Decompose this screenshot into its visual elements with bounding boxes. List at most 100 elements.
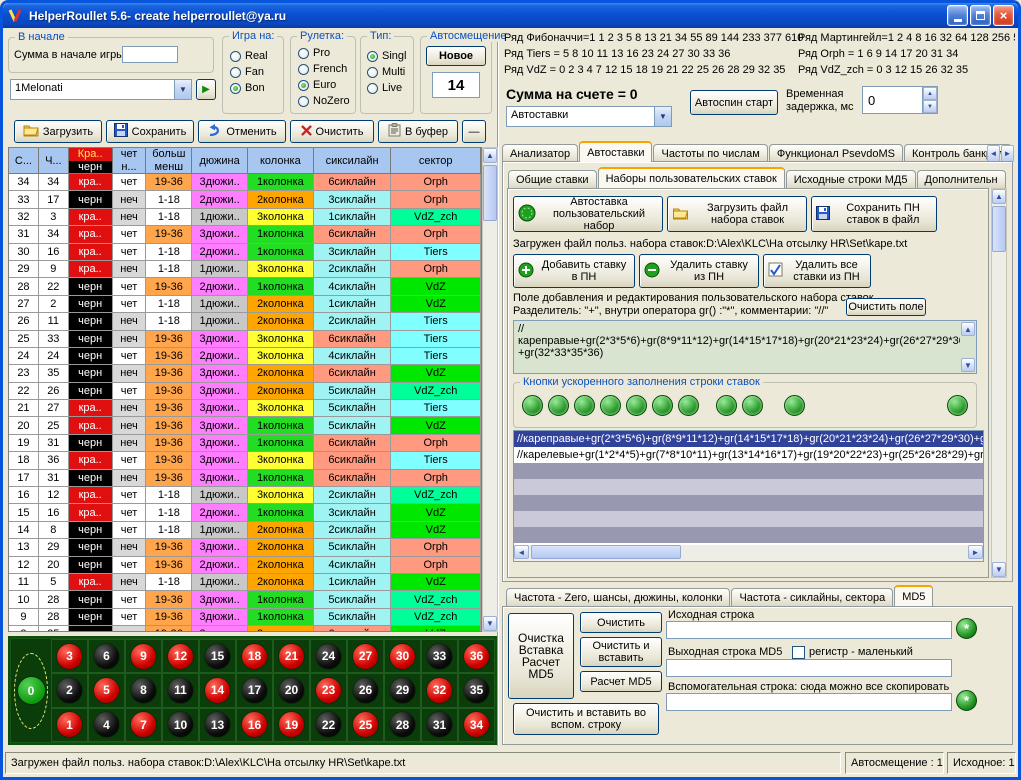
bet-edit-field[interactable]: //кареправые+gr(2*3*5*6)+gr(8*9*11*12)+g…	[513, 320, 977, 374]
md5-clear-button[interactable]: Очистить	[580, 612, 662, 633]
quick-fill-button-9[interactable]	[742, 395, 763, 416]
scroll-left-icon[interactable]: ◄	[514, 545, 529, 559]
roulette-number-24[interactable]: 24	[315, 643, 342, 670]
roulette-number-9[interactable]: 9	[130, 643, 157, 670]
roulette-number-1[interactable]: 1	[56, 711, 83, 738]
roulette-number-26[interactable]: 26	[352, 677, 379, 704]
md5-source-action-button[interactable]: *	[956, 618, 977, 639]
scrollbar-thumb[interactable]	[531, 545, 681, 559]
type-radio-live[interactable]: Live	[367, 80, 406, 96]
roulette-number-32[interactable]: 32	[426, 677, 453, 704]
roulette-radio-euro[interactable]: Euro	[298, 77, 350, 93]
tab-scroll-right-icon[interactable]: ►	[1001, 145, 1014, 162]
undo-button[interactable]: Отменить	[198, 120, 286, 143]
autospin-start-button[interactable]: Автоспин старт	[690, 90, 778, 115]
roulette-number-8[interactable]: 8	[130, 677, 157, 704]
roulette-number-36[interactable]: 36	[463, 643, 490, 670]
roulette-number-3[interactable]: 3	[56, 643, 83, 670]
autobet-custom-set-button[interactable]: Автоставка пользовательский набор	[513, 196, 663, 232]
close-button[interactable]: ×	[993, 5, 1014, 26]
roulette-radio-nozero[interactable]: NoZero	[298, 93, 350, 109]
roulette-number-33[interactable]: 33	[426, 643, 453, 670]
roulette-number-30[interactable]: 30	[389, 643, 416, 670]
scroll-down-icon[interactable]: ▼	[961, 358, 975, 372]
new-number-button[interactable]: Новое	[426, 46, 486, 66]
roulette-number-20[interactable]: 20	[278, 677, 305, 704]
md5-source-input[interactable]	[666, 621, 952, 639]
tab-freq-sixlines-sectors[interactable]: Частота - сиклайны, сектора	[731, 588, 893, 606]
clear-field-button[interactable]: Очистить поле	[846, 298, 926, 316]
tab-custom-bet-sets[interactable]: Наборы пользовательских ставок	[598, 167, 785, 188]
roulette-number-6[interactable]: 6	[93, 643, 120, 670]
roulette-number-19[interactable]: 19	[278, 711, 305, 738]
remove-all-bets-button[interactable]: Удалить все ставки из ПН	[763, 254, 871, 288]
minimize-button[interactable]	[947, 5, 968, 26]
tab-autobets[interactable]: Автоставки	[579, 141, 652, 162]
maximize-button[interactable]	[970, 5, 991, 26]
quick-fill-button-8[interactable]	[716, 395, 737, 416]
quick-fill-button-5[interactable]	[626, 395, 647, 416]
tab-number-frequencies[interactable]: Частоты по числам	[653, 144, 767, 162]
roulette-number-14[interactable]: 14	[204, 677, 231, 704]
roulette-number-18[interactable]: 18	[241, 643, 268, 670]
md5-clear-paste-aux-button[interactable]: Очистить и вставить во вспом. строку	[513, 703, 659, 735]
autobets-combo[interactable]: Автоставки ▼	[506, 106, 672, 127]
list-h-scrollbar[interactable]: ◄ ►	[514, 545, 983, 561]
quick-fill-button-10[interactable]	[784, 395, 805, 416]
lowercase-checkbox[interactable]	[792, 646, 805, 659]
roulette-number-25[interactable]: 25	[352, 711, 379, 738]
bets-list-item[interactable]: //карелевые+gr(1*2*4*5)+gr(7*8*10*11)+gr…	[514, 447, 983, 463]
quick-fill-button-1[interactable]	[522, 395, 543, 416]
clear-button[interactable]: Очистить	[290, 120, 374, 143]
quick-fill-button-6[interactable]	[652, 395, 673, 416]
tab-psevdoms[interactable]: Функционал PsevdoMS	[769, 144, 903, 162]
tab-md5[interactable]: MD5	[894, 585, 933, 606]
md5-clear-paste-calc-button[interactable]: Очистка Вставка Расчет MD5	[508, 613, 574, 699]
roulette-number-4[interactable]: 4	[93, 711, 120, 738]
load-button[interactable]: Загрузить	[14, 120, 102, 143]
preset-play-button[interactable]: ▶	[196, 79, 216, 100]
quick-fill-button-4[interactable]	[600, 395, 621, 416]
scroll-up-icon[interactable]: ▲	[483, 148, 497, 163]
quick-fill-button-2[interactable]	[548, 395, 569, 416]
game-radio-fan[interactable]: Fan	[230, 64, 268, 80]
bets-list-item[interactable]: //кареправые+gr(2*3*5*6)+gr(8*9*11*12)+g…	[514, 431, 983, 447]
chevron-down-icon[interactable]: ▼	[654, 107, 671, 126]
type-radio-singl[interactable]: Singl	[367, 48, 406, 64]
scrollbar-thumb[interactable]	[992, 206, 1006, 252]
roulette-radio-pro[interactable]: Pro	[298, 45, 350, 61]
save-button[interactable]: Сохранить	[106, 120, 194, 143]
chevron-down-icon[interactable]: ▼	[174, 80, 191, 99]
roulette-number-5[interactable]: 5	[93, 677, 120, 704]
bets-list[interactable]: //кареправые+gr(2*3*5*6)+gr(8*9*11*12)+g…	[513, 430, 984, 562]
roulette-number-29[interactable]: 29	[389, 677, 416, 704]
roulette-number-21[interactable]: 21	[278, 643, 305, 670]
roulette-radio-french[interactable]: French	[298, 61, 350, 77]
table-scrollbar[interactable]: ▲ ▼	[482, 147, 498, 632]
spin-up-icon[interactable]: ▲	[923, 87, 937, 100]
preset-combo[interactable]: 1Melonati ▼	[10, 79, 192, 100]
md5-output-input[interactable]	[666, 659, 952, 677]
tab-md5-source-strings[interactable]: Исходные строки МД5	[786, 170, 916, 188]
roulette-number-22[interactable]: 22	[315, 711, 342, 738]
game-radio-real[interactable]: Real	[230, 48, 268, 64]
tab-analyzer[interactable]: Анализатор	[502, 144, 578, 162]
tab-freq-zero-chances[interactable]: Частота - Zero, шансы, дюжины, колонки	[506, 588, 730, 606]
game-radio-bon[interactable]: Bon	[230, 80, 268, 96]
type-radio-multi[interactable]: Multi	[367, 64, 406, 80]
roulette-number-12[interactable]: 12	[167, 643, 194, 670]
roulette-number-16[interactable]: 16	[241, 711, 268, 738]
roulette-number-31[interactable]: 31	[426, 711, 453, 738]
start-sum-input[interactable]	[122, 46, 178, 63]
scrollbar-thumb[interactable]	[483, 165, 497, 221]
md5-aux-input[interactable]	[666, 693, 952, 711]
scroll-up-icon[interactable]: ▲	[992, 189, 1006, 204]
roulette-number-35[interactable]: 35	[463, 677, 490, 704]
roulette-number-11[interactable]: 11	[167, 677, 194, 704]
roulette-number-17[interactable]: 17	[241, 677, 268, 704]
scroll-right-icon[interactable]: ►	[968, 545, 983, 559]
tab-additional[interactable]: Дополнительн	[917, 170, 1006, 188]
remove-bet-button[interactable]: Удалить ставку из ПН	[639, 254, 759, 288]
quick-fill-button-7[interactable]	[678, 395, 699, 416]
quick-fill-button-3[interactable]	[574, 395, 595, 416]
